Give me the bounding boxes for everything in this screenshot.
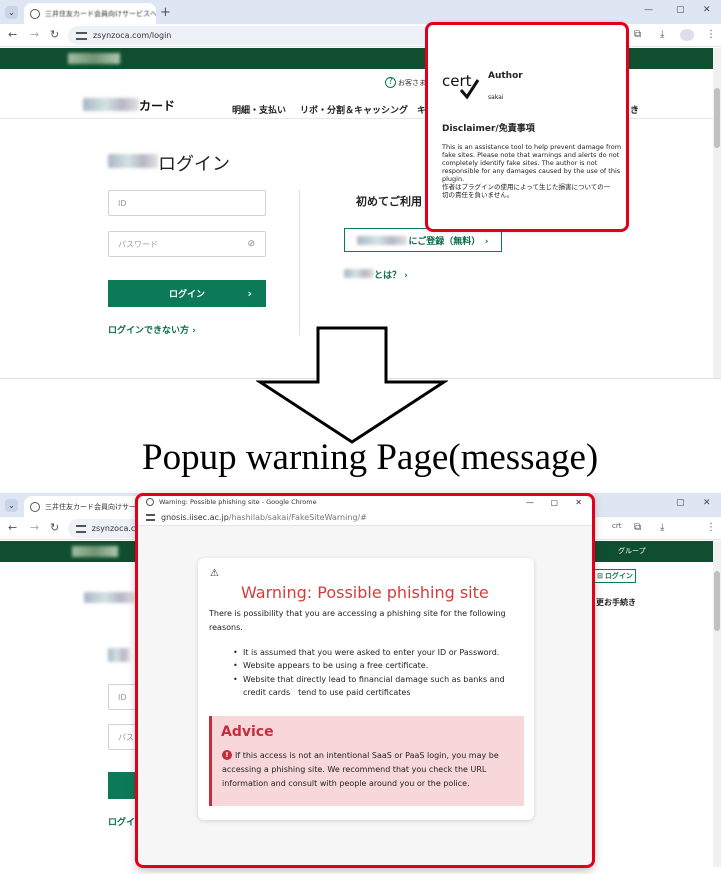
- scrollbar-thumb[interactable]: [714, 88, 720, 148]
- group-logo: [68, 53, 120, 64]
- header-login-label: ログイン: [604, 572, 633, 580]
- scrollbar[interactable]: [713, 48, 721, 378]
- group-label: グループ: [618, 547, 646, 555]
- globe-icon: [30, 8, 40, 19]
- service-name-blur: [108, 648, 130, 662]
- down-arrow-icon: [256, 326, 448, 444]
- nav-procedures[interactable]: き: [630, 103, 639, 116]
- forgot-login-link[interactable]: ログイ: [108, 815, 135, 828]
- nav-statement[interactable]: 明細・支払い: [232, 103, 286, 116]
- puzzle-icon[interactable]: ⧉: [634, 29, 641, 40]
- download-icon[interactable]: ⤓: [660, 29, 664, 40]
- service-name-blur: [357, 235, 408, 245]
- nav-revolving[interactable]: リボ・分割＆キャッシング: [300, 103, 408, 116]
- forward-icon[interactable]: →: [30, 521, 39, 534]
- about-link[interactable]: とは？ ›: [374, 268, 408, 281]
- nav-procedures[interactable]: 更お手続き: [596, 597, 636, 608]
- column-divider: [299, 190, 300, 335]
- download-icon[interactable]: ⤓: [660, 522, 664, 533]
- eye-off-icon[interactable]: ⊘: [247, 239, 255, 249]
- service-name-blur: [344, 269, 374, 278]
- brand-logo-blur: [83, 98, 139, 111]
- forgot-login-link[interactable]: ログインできない方 ›: [108, 323, 196, 336]
- group-logo: [72, 546, 118, 557]
- reload-icon[interactable]: ↻: [50, 521, 59, 534]
- register-label: にご登録（無料） ›: [408, 236, 489, 247]
- forward-icon[interactable]: →: [30, 28, 39, 41]
- highlight-box: [425, 22, 629, 232]
- lock-icon: ⊡: [597, 572, 603, 580]
- password-placeholder: パスワード: [118, 239, 158, 249]
- restore-icon[interactable]: ▢: [676, 498, 685, 508]
- login-heading: ログイン: [158, 154, 230, 175]
- site-info-icon[interactable]: [76, 31, 87, 40]
- tab-search-button[interactable]: ⌄: [5, 6, 18, 19]
- caption: Popup warning Page(message): [142, 437, 599, 478]
- tab-title: 三井住友カード会員向けサービスへ: [45, 9, 156, 18]
- back-icon[interactable]: ←: [8, 521, 17, 534]
- login-button[interactable]: [108, 772, 138, 799]
- window-close-icon[interactable]: ✕: [703, 5, 711, 15]
- id-input[interactable]: ID: [108, 190, 266, 216]
- tab-strip: ⌄ 三井住友カード会員向けサービスへ ✕ + — ▢ ✕: [0, 0, 721, 24]
- brand-logo: カード: [139, 99, 176, 113]
- url-text: zsynzoca.com/login: [93, 31, 172, 40]
- window-close-icon[interactable]: ✕: [703, 498, 711, 508]
- header-login-button[interactable]: ⊡ ログイン: [594, 569, 636, 583]
- site-info-icon[interactable]: [76, 524, 86, 533]
- login-button[interactable]: ログイン ›: [108, 280, 266, 307]
- tab-search-button[interactable]: ⌄: [5, 499, 18, 512]
- puzzle-icon[interactable]: ⧉: [634, 522, 641, 533]
- reload-icon[interactable]: ↻: [50, 28, 59, 41]
- restore-icon[interactable]: ▢: [676, 5, 685, 15]
- chevron-right-icon: ›: [247, 287, 252, 300]
- minimize-icon[interactable]: —: [644, 5, 653, 15]
- brand-logo-blur: [84, 592, 136, 603]
- menu-icon[interactable]: ⋮: [706, 522, 716, 533]
- id-input[interactable]: ID: [108, 684, 138, 710]
- help-icon[interactable]: ?: [385, 77, 396, 88]
- cert-extension-icon[interactable]: crt: [612, 522, 621, 530]
- new-tab-icon[interactable]: +: [160, 5, 171, 20]
- avatar[interactable]: [680, 29, 694, 41]
- back-icon[interactable]: ←: [8, 28, 17, 41]
- first-time-heading: 初めてご利用: [356, 195, 422, 208]
- scrollbar-thumb[interactable]: [714, 571, 720, 631]
- customer-link[interactable]: お客さま: [398, 78, 426, 88]
- tab-active[interactable]: 三井住友カード会員向けサービスへ ✕: [24, 3, 156, 24]
- password-input[interactable]: パス: [108, 724, 138, 750]
- service-name-blur: [108, 154, 158, 168]
- globe-icon: [30, 501, 40, 512]
- highlight-box: [135, 493, 595, 868]
- scrollbar[interactable]: [713, 541, 721, 867]
- login-button-label: ログイン: [168, 290, 205, 300]
- password-input[interactable]: パスワード ⊘: [108, 231, 266, 257]
- menu-icon[interactable]: ⋮: [706, 29, 716, 40]
